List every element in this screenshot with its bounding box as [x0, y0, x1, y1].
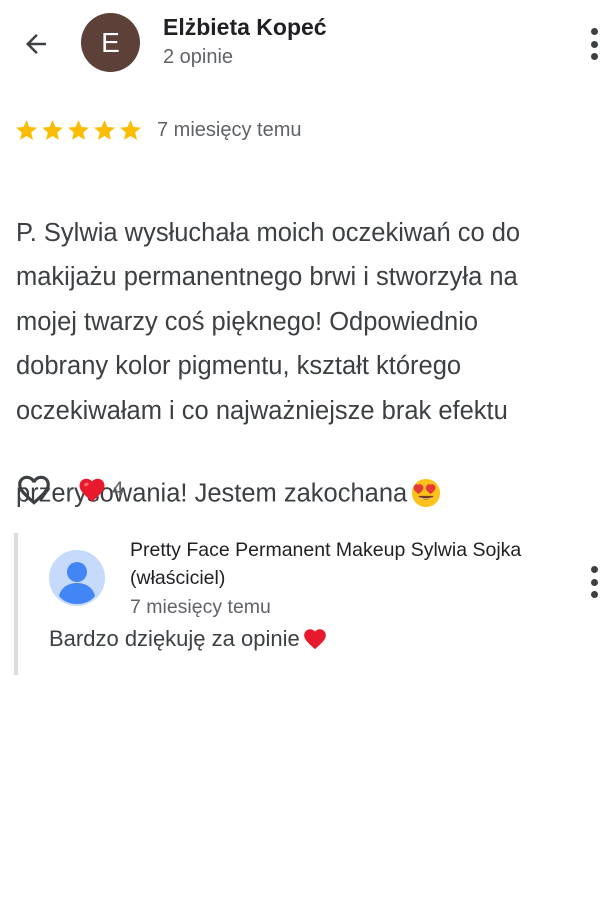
owner-avatar[interactable]	[49, 550, 105, 606]
heart-eyes-emoji	[411, 433, 441, 522]
owner-reply-date: 7 miesięcy temu	[130, 596, 271, 618]
star-icon	[42, 119, 63, 140]
review-text: P. Sylwia wysłuchała moich oczekiwań co …	[16, 218, 521, 508]
reviewer-review-count: 2 opinie	[163, 46, 234, 68]
review-date: 7 miesięcy temu	[157, 118, 302, 141]
person-avatar-icon	[49, 550, 105, 606]
star-icon	[16, 119, 37, 140]
heart-outline-icon	[18, 475, 50, 505]
more-vert-icon-dot	[590, 591, 598, 598]
reply-divider-bar	[14, 533, 18, 675]
more-options-button[interactable]	[588, 24, 600, 64]
arrow-back-icon	[26, 34, 46, 54]
back-button[interactable]	[18, 26, 54, 62]
reviewer-avatar[interactable]: E	[81, 13, 140, 72]
review-detail-page: E Elżbieta Kopeć 2 opinie 7 miesięcy tem…	[0, 0, 600, 900]
red-heart-icon	[79, 478, 105, 502]
avatar-letter: E	[101, 26, 120, 58]
more-vert-icon-dot	[590, 53, 598, 60]
owner-name: Pretty Face Permanent Makeup Sylwia Sojk…	[130, 539, 522, 589]
review-text-block: P. Sylwia wysłuchała moich oczekiwań co …	[16, 166, 600, 522]
star-icon	[68, 119, 89, 140]
red-heart-emoji	[303, 629, 326, 650]
like-button[interactable]	[14, 471, 54, 509]
owner-reply-text: Bardzo dziękuję za opinie	[49, 626, 300, 651]
star-icon	[94, 119, 115, 140]
star-icon	[120, 119, 141, 140]
owner-reply-text-block: Bardzo dziękuję za opinie	[49, 626, 329, 652]
more-vert-icon	[590, 566, 598, 573]
more-vert-icon-dot	[590, 578, 598, 586]
more-vert-icon	[590, 28, 598, 35]
rating-row: 7 miesięcy temu	[14, 116, 302, 144]
reaction-count: 4	[112, 478, 124, 501]
reviewer-name[interactable]: Elżbieta Kopeć	[163, 14, 327, 41]
more-vert-icon-dot	[590, 40, 598, 48]
review-header: E Elżbieta Kopeć 2 opinie	[0, 0, 600, 90]
reaction-summary[interactable]: 4	[76, 474, 124, 506]
star-rating	[14, 118, 143, 143]
reply-more-options-button[interactable]	[588, 562, 600, 602]
